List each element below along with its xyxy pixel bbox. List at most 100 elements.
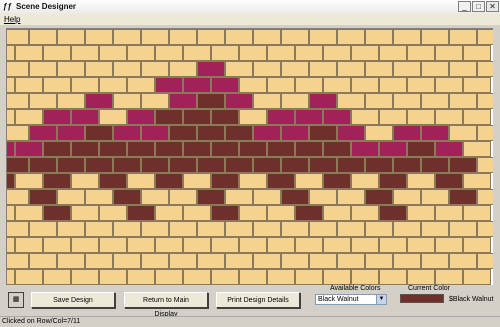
brick[interactable] — [393, 29, 421, 45]
brick[interactable] — [351, 45, 379, 61]
brick[interactable] — [253, 157, 281, 173]
brick[interactable] — [211, 237, 239, 253]
brick[interactable] — [43, 173, 71, 189]
brick[interactable] — [113, 221, 141, 237]
brick[interactable] — [407, 205, 435, 221]
brick[interactable] — [267, 109, 295, 125]
brick[interactable] — [379, 109, 407, 125]
brick[interactable] — [169, 221, 197, 237]
brick[interactable] — [197, 157, 225, 173]
brick[interactable] — [309, 189, 337, 205]
brick[interactable] — [449, 253, 477, 269]
brick[interactable] — [477, 61, 493, 77]
brick[interactable] — [267, 77, 295, 93]
brick[interactable] — [281, 93, 309, 109]
brick[interactable] — [7, 61, 29, 77]
brick[interactable] — [7, 109, 15, 125]
brick[interactable] — [281, 189, 309, 205]
brick[interactable] — [29, 221, 57, 237]
brick[interactable] — [365, 93, 393, 109]
brick[interactable] — [15, 173, 43, 189]
brick[interactable] — [253, 189, 281, 205]
brick[interactable] — [477, 157, 493, 173]
brick[interactable] — [267, 173, 295, 189]
brick[interactable] — [155, 109, 183, 125]
brick[interactable] — [239, 77, 267, 93]
maximize-button[interactable]: □ — [472, 1, 485, 12]
brick[interactable] — [253, 61, 281, 77]
brick[interactable] — [379, 173, 407, 189]
brick[interactable] — [57, 29, 85, 45]
brick[interactable] — [239, 205, 267, 221]
brick[interactable] — [7, 141, 15, 157]
brick[interactable] — [169, 157, 197, 173]
brick[interactable] — [85, 189, 113, 205]
brick[interactable] — [379, 77, 407, 93]
brick[interactable] — [169, 253, 197, 269]
brick[interactable] — [29, 157, 57, 173]
brick[interactable] — [57, 157, 85, 173]
brick[interactable] — [15, 141, 43, 157]
brick[interactable] — [141, 189, 169, 205]
brick[interactable] — [407, 141, 435, 157]
brick[interactable] — [197, 221, 225, 237]
brick[interactable] — [141, 253, 169, 269]
brick[interactable] — [323, 269, 351, 285]
brick[interactable] — [211, 141, 239, 157]
brick[interactable] — [183, 141, 211, 157]
brick[interactable] — [7, 237, 15, 253]
brick[interactable] — [239, 45, 267, 61]
brick[interactable] — [183, 45, 211, 61]
print-design-details-button[interactable]: Print Design Details — [216, 292, 300, 308]
brick[interactable] — [379, 205, 407, 221]
brick[interactable] — [15, 77, 43, 93]
brick[interactable] — [281, 61, 309, 77]
brick[interactable] — [351, 173, 379, 189]
brick[interactable] — [463, 77, 491, 93]
brick[interactable] — [295, 237, 323, 253]
brick[interactable] — [407, 45, 435, 61]
brick[interactable] — [141, 93, 169, 109]
brick[interactable] — [421, 157, 449, 173]
brick[interactable] — [309, 253, 337, 269]
brick[interactable] — [477, 29, 493, 45]
brick[interactable] — [435, 45, 463, 61]
brick[interactable] — [29, 189, 57, 205]
brick[interactable] — [379, 269, 407, 285]
brick[interactable] — [7, 173, 15, 189]
brick[interactable] — [393, 61, 421, 77]
brick[interactable] — [183, 109, 211, 125]
brick[interactable] — [225, 125, 253, 141]
brick[interactable] — [323, 205, 351, 221]
brick[interactable] — [127, 237, 155, 253]
brick[interactable] — [197, 125, 225, 141]
brick[interactable] — [71, 45, 99, 61]
brick[interactable] — [29, 29, 57, 45]
brick[interactable] — [15, 205, 43, 221]
brick[interactable] — [337, 157, 365, 173]
brick-design-canvas[interactable] — [6, 28, 493, 285]
brick[interactable] — [435, 205, 463, 221]
brick[interactable] — [99, 77, 127, 93]
brick[interactable] — [99, 269, 127, 285]
brick[interactable] — [71, 77, 99, 93]
brick[interactable] — [113, 157, 141, 173]
brick[interactable] — [365, 253, 393, 269]
brick[interactable] — [393, 125, 421, 141]
brick[interactable] — [407, 173, 435, 189]
brick[interactable] — [183, 269, 211, 285]
brick[interactable] — [295, 205, 323, 221]
brick[interactable] — [183, 237, 211, 253]
brick[interactable] — [155, 45, 183, 61]
brick[interactable] — [29, 61, 57, 77]
brick[interactable] — [253, 125, 281, 141]
available-colors-select[interactable]: Black Walnut ▼ — [315, 294, 387, 305]
brick[interactable] — [449, 125, 477, 141]
brick[interactable] — [463, 237, 491, 253]
brick[interactable] — [85, 29, 113, 45]
brick[interactable] — [99, 237, 127, 253]
brick[interactable] — [281, 221, 309, 237]
brick[interactable] — [7, 93, 29, 109]
brick[interactable] — [379, 141, 407, 157]
brick[interactable] — [281, 157, 309, 173]
